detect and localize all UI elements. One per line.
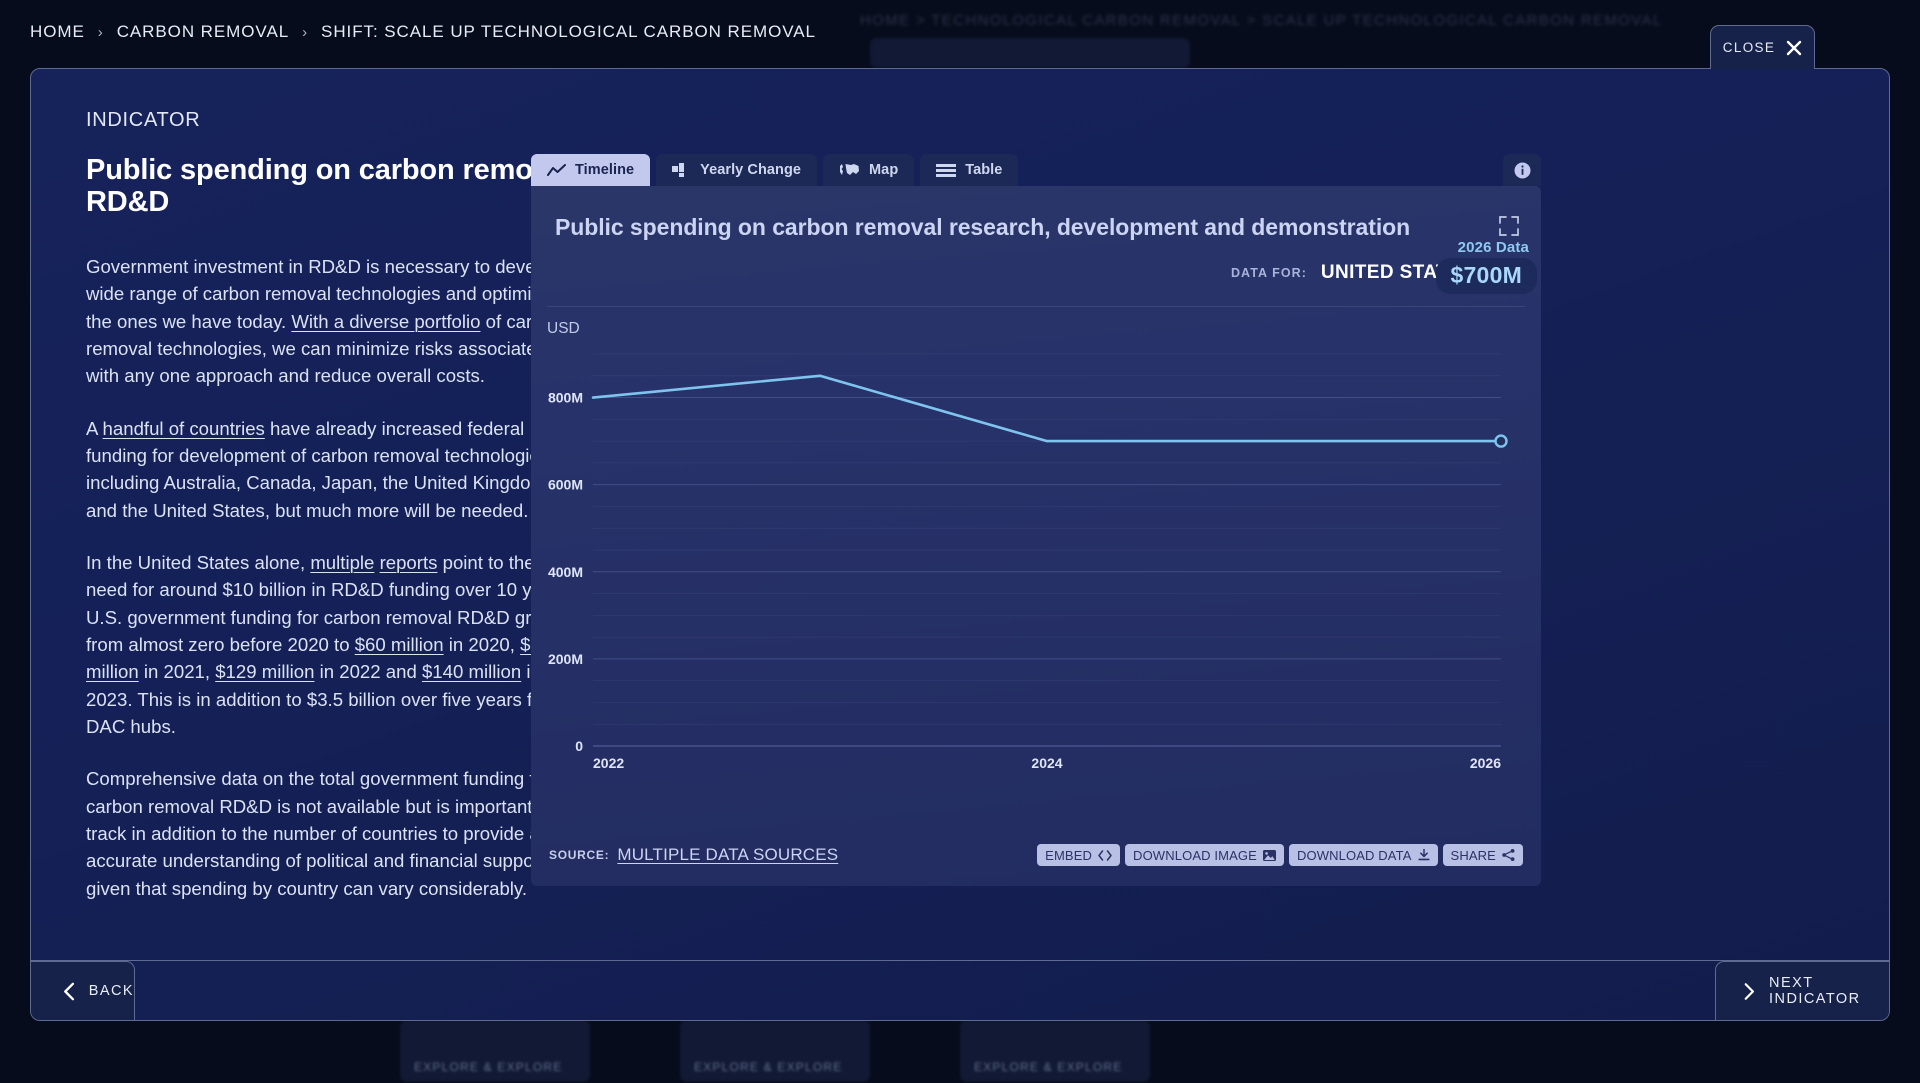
inline-link[interactable]: $60 million: [355, 634, 444, 655]
inline-link[interactable]: multiple: [310, 552, 374, 573]
modal-bottom-nav: BACK NEXT INDICATOR: [31, 960, 1889, 1020]
inline-link[interactable]: handful of countries: [103, 418, 265, 439]
back-button-label: BACK: [88, 983, 134, 999]
breadcrumb-separator-icon: ›: [97, 23, 104, 41]
end-callout-label: 2026 Data: [1457, 239, 1529, 256]
tab-label: Yearly Change: [700, 162, 802, 178]
tab-table[interactable]: Table: [920, 154, 1019, 186]
indicator-kicker: INDICATOR: [86, 109, 201, 131]
background-card: EXPLORE & EXPLORE: [960, 1020, 1150, 1082]
background-card-label: EXPLORE & EXPLORE: [694, 1060, 843, 1074]
code-icon: [1098, 849, 1112, 861]
page-title: Public spending on carbon removal RD&D: [86, 154, 573, 219]
button-label: DOWNLOAD IMAGE: [1133, 847, 1257, 863]
background-card-label: EXPLORE & EXPLORE: [974, 1060, 1123, 1074]
chart-tabs: Timeline Yearly Change Map Table: [531, 154, 1541, 186]
data-for-label: DATA FOR:: [1230, 266, 1307, 280]
background-card-label: EXPLORE & EXPLORE: [414, 1060, 563, 1074]
x-axis-tick-label: 2024: [1031, 755, 1062, 771]
paragraph: A handful of countries have already incr…: [86, 415, 576, 524]
expand-button[interactable]: [1499, 216, 1519, 236]
tab-yearly-change[interactable]: Yearly Change: [656, 154, 818, 186]
paragraph-text: Comprehensive data on the total governme…: [86, 768, 554, 899]
tab-label: Timeline: [575, 162, 635, 178]
map-icon: [839, 163, 860, 177]
x-axis-tick-label: 2022: [593, 755, 624, 771]
chart-panel: Public spending on carbon removal resear…: [531, 154, 1541, 886]
chart-title: Public spending on carbon removal resear…: [555, 214, 1411, 240]
download-data-button[interactable]: DOWNLOAD DATA: [1288, 844, 1438, 866]
close-button[interactable]: CLOSE: [1710, 25, 1815, 69]
background-card: EXPLORE & EXPLORE: [680, 1020, 870, 1082]
y-axis-tick-label: 600M: [548, 477, 583, 493]
y-axis-tick-label: 400M: [548, 564, 583, 580]
indicator-modal: INDICATOR Public spending on carbon remo…: [30, 68, 1890, 1021]
download-image-button[interactable]: DOWNLOAD IMAGE: [1125, 844, 1284, 866]
background-card: EXPLORE & EXPLORE: [400, 1020, 590, 1082]
paragraph-text: in 2021,: [138, 661, 216, 683]
next-indicator-button[interactable]: NEXT INDICATOR: [1715, 961, 1889, 1020]
indicator-text-column: INDICATOR Public spending on carbon remo…: [86, 109, 576, 927]
background-breadcrumb-ghost: HOME > TECHNOLOGICAL CARBON REMOVAL > SC…: [860, 12, 1663, 29]
breadcrumb-item-shift[interactable]: SHIFT: SCALE UP TECHNOLOGICAL CARBON REM…: [321, 22, 816, 42]
timeline-icon: [547, 163, 566, 177]
back-button[interactable]: BACK: [31, 961, 135, 1020]
breadcrumb-item-carbon-removal[interactable]: CARBON REMOVAL: [117, 22, 289, 42]
close-icon: [1787, 40, 1802, 55]
paragraph-text: in 2020,: [443, 633, 521, 655]
inline-link[interactable]: $129 million: [215, 661, 314, 682]
breadcrumb: HOME › CARBON REMOVAL › SHIFT: SCALE UP …: [30, 22, 816, 42]
tab-label: Map: [869, 162, 899, 178]
x-axis-tick-label: 2026: [1470, 755, 1501, 771]
y-axis-tick-label: 200M: [548, 651, 583, 667]
chart-column: Timeline Yearly Change Map Table Public spe…: [531, 154, 1541, 886]
close-button-label: CLOSE: [1722, 40, 1776, 55]
inline-link[interactable]: $140 million: [422, 661, 521, 682]
share-button[interactable]: SHARE: [1442, 844, 1523, 866]
paragraph: In the United States alone, multiple rep…: [86, 549, 576, 740]
image-icon: [1262, 849, 1276, 861]
paragraph-text: in 2022 and: [314, 661, 422, 683]
button-label: DOWNLOAD DATA: [1296, 847, 1412, 863]
bar-chart-icon: [672, 163, 691, 177]
download-icon: [1418, 849, 1430, 861]
y-axis-tick-label: 0: [575, 738, 583, 754]
y-axis-tick-label: 800M: [548, 390, 583, 406]
embed-button[interactable]: EMBED: [1037, 844, 1121, 866]
data-point-marker[interactable]: [1494, 434, 1508, 448]
breadcrumb-item-home[interactable]: HOME: [30, 22, 85, 42]
paragraph-text: A: [86, 417, 103, 439]
panel-divider: [547, 306, 1525, 307]
chevron-right-icon: [1744, 982, 1755, 1000]
button-label: SHARE: [1450, 847, 1496, 863]
paragraph-text: In the United States alone,: [86, 551, 311, 573]
source-link[interactable]: MULTIPLE DATA SOURCES: [617, 845, 838, 865]
tab-label: Table: [965, 162, 1003, 178]
line-chart: 0 200M 400M 600M 800M 2022 2024 2026: [548, 353, 1508, 771]
next-indicator-label: NEXT INDICATOR: [1769, 975, 1861, 1007]
share-icon: [1502, 849, 1515, 861]
chart-plot-area: 0 200M 400M 600M 800M 2022 2024 2026: [531, 336, 1541, 806]
chart-footer: SOURCE: MULTIPLE DATA SOURCES EMBED DOWNL…: [531, 842, 1541, 868]
breadcrumb-separator-icon: ›: [302, 23, 309, 41]
tab-timeline[interactable]: Timeline: [531, 154, 651, 186]
end-callout-value: $700M: [1435, 258, 1537, 294]
inline-link[interactable]: With a diverse portfolio: [291, 311, 480, 332]
indicator-description: Government investment in RD&D is necessa…: [86, 253, 576, 902]
paragraph: Government investment in RD&D is necessa…: [86, 253, 576, 390]
button-label: EMBED: [1045, 847, 1093, 863]
series-line: [591, 374, 1503, 443]
source-label: SOURCE:: [549, 848, 610, 862]
tab-map[interactable]: Map: [823, 154, 915, 186]
chart-action-buttons: EMBED DOWNLOAD IMAGE DOWNLOAD DATA SHARE: [1037, 844, 1523, 866]
paragraph: Comprehensive data on the total governme…: [86, 765, 576, 902]
table-icon: [936, 163, 957, 177]
inline-link[interactable]: reports: [380, 552, 438, 573]
background-card: [870, 38, 1190, 68]
chevron-left-icon: [64, 982, 75, 1000]
